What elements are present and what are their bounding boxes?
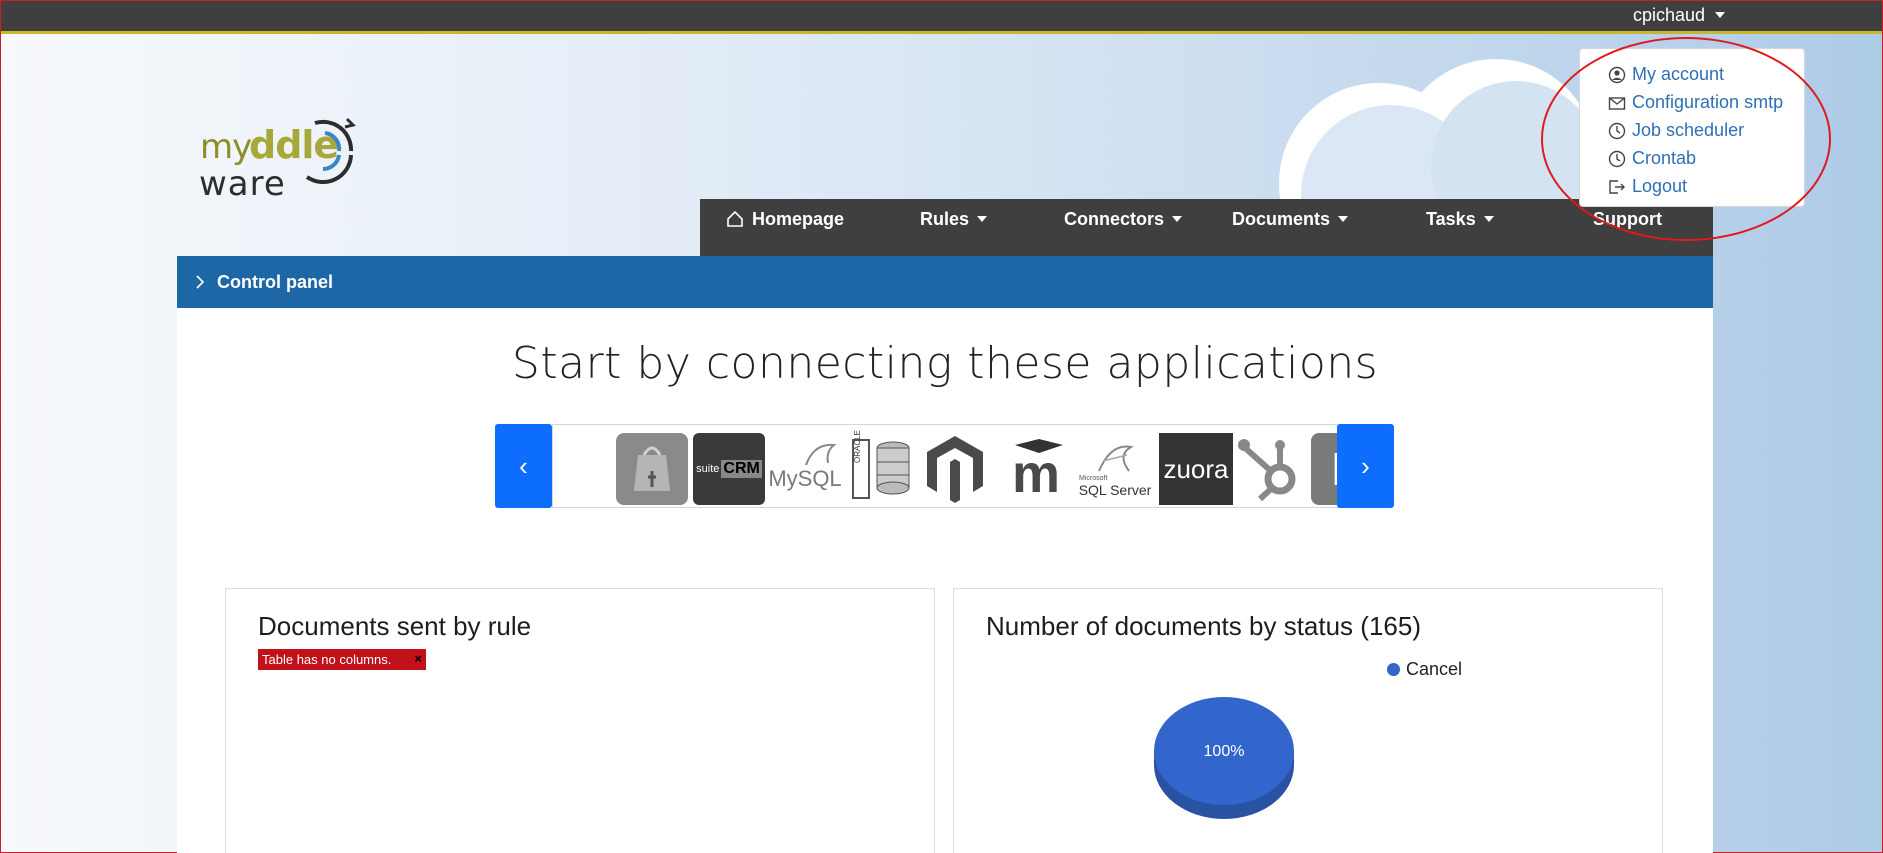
card-title: Number of documents by status (165)	[986, 611, 1421, 641]
app-logo-text: ORACLE	[853, 430, 862, 463]
app-logo-text: SQL Server	[1078, 481, 1152, 498]
pie-slice-label: 100%	[1204, 743, 1245, 760]
app-logo-shopping[interactable]	[616, 433, 688, 505]
app-logo-zuora[interactable]: zuora	[1159, 433, 1233, 505]
card-title: Documents sent by rule	[258, 611, 532, 641]
chevron-down-icon	[1338, 216, 1349, 222]
sync-arrows-icon	[305, 117, 356, 185]
nav-label: Tasks	[1426, 208, 1476, 229]
nav-label: Connectors	[1064, 208, 1165, 229]
breadcrumb: Control panel	[177, 256, 1713, 308]
carousel-next-button[interactable]: ›	[1337, 424, 1394, 508]
app-logo-text: suite	[696, 463, 720, 475]
nav-tasks[interactable]: Tasks	[1426, 199, 1494, 239]
nav-documents[interactable]: Documents	[1232, 199, 1349, 239]
app-logo-oracle[interactable]: ORACLE	[849, 430, 913, 505]
user-menu-toggle[interactable]: cpichaud	[1633, 3, 1726, 27]
magento-icon	[927, 436, 983, 503]
dolphin-icon	[805, 443, 837, 466]
chevron-down-icon	[1172, 216, 1183, 222]
nav-label: Homepage	[752, 208, 845, 229]
chevron-right-icon: ›	[1361, 450, 1370, 481]
nav-connectors[interactable]: Connectors	[1064, 199, 1183, 239]
page-title[interactable]: Control panel	[217, 272, 333, 293]
legend-swatch	[1387, 663, 1400, 676]
status-pie-chart: 100%	[1154, 697, 1294, 819]
app-logo-text: MySQL	[768, 466, 842, 491]
app-logo-text: zuora	[1163, 453, 1229, 484]
hubspot-icon	[1238, 439, 1296, 502]
chevron-down-icon	[1715, 12, 1726, 18]
username: cpichaud	[1633, 4, 1706, 25]
error-text: Table has no columns.	[262, 652, 392, 667]
carousel-prev-button[interactable]: ‹	[495, 424, 552, 508]
home-icon	[727, 210, 743, 227]
page-headline: Start by connecting these applications	[511, 338, 1379, 389]
myddleware-logo[interactable]: my ddle ware	[197, 109, 367, 205]
app-logo-suitecrm[interactable]: suite CRM	[693, 433, 765, 505]
app-logo-carousel: suite CRM MySQL ORACLE m Microsoft SQL S…	[552, 424, 1383, 508]
chevron-left-icon: ‹	[519, 450, 528, 481]
nav-label: Documents	[1232, 208, 1331, 229]
app-logo-mysql[interactable]: MySQL	[768, 433, 842, 505]
documents-by-status-card: Number of documents by status (165) 100%…	[953, 588, 1663, 853]
annotation-circle	[1541, 37, 1831, 241]
chevron-down-icon	[977, 216, 988, 222]
app-logo-sqlserver[interactable]: Microsoft SQL Server	[1077, 433, 1153, 505]
close-icon[interactable]: ×	[414, 651, 422, 666]
chevron-right-icon	[196, 275, 205, 289]
nav-homepage[interactable]: Homepage	[726, 199, 844, 239]
app-logo-moodle[interactable]: m	[999, 433, 1073, 505]
documents-by-rule-card: Documents sent by rule Table has no colu…	[225, 588, 935, 853]
chart-legend: Cancel	[1387, 659, 1462, 680]
logo-text: my	[200, 127, 252, 167]
nav-label: Rules	[920, 208, 970, 229]
app-logo-text: CRM	[721, 460, 762, 478]
graduation-cap-icon	[1015, 439, 1063, 453]
main-navbar: Homepage Rules Connectors Documents Task…	[700, 199, 1713, 256]
chevron-down-icon	[1483, 216, 1494, 222]
app-logo-hubspot[interactable]	[1236, 433, 1308, 505]
logo-text: ware	[199, 164, 286, 204]
sql-server-icon	[1098, 445, 1134, 472]
app-logo-magento[interactable]	[923, 433, 987, 505]
main-panel: Start by connecting these applications ‹…	[177, 308, 1713, 853]
top-bar: cpichaud	[1, 1, 1882, 34]
app-logo-text: Microsoft	[1079, 474, 1108, 482]
chart-error-message: Table has no columns. ×	[258, 649, 426, 670]
shopping-bag-icon	[616, 433, 688, 505]
nav-rules[interactable]: Rules	[920, 199, 988, 239]
legend-label: Cancel	[1406, 659, 1463, 679]
